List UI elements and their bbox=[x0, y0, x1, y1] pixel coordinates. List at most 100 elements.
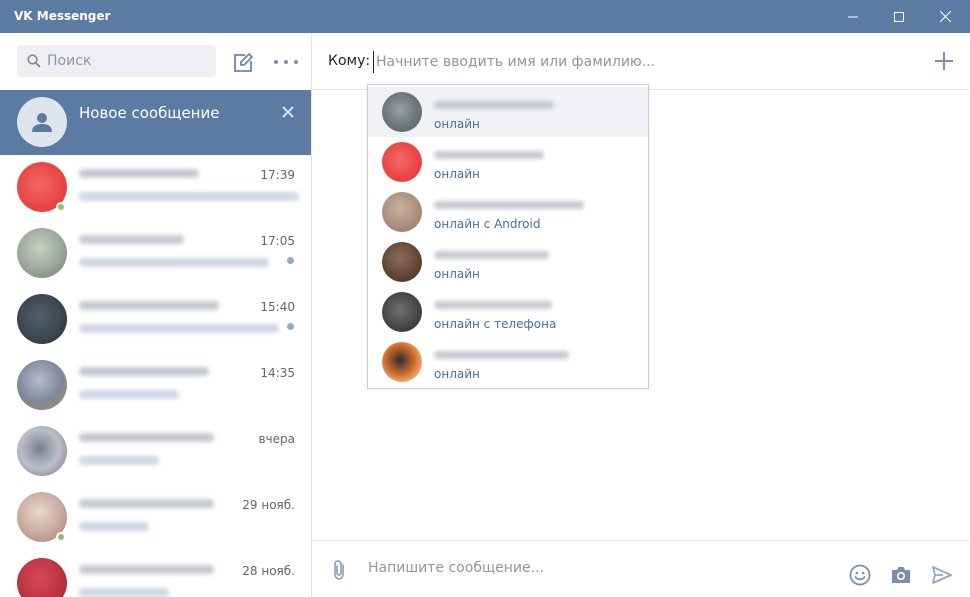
search-box[interactable] bbox=[17, 45, 216, 77]
emoji-button[interactable] bbox=[849, 564, 871, 586]
sidebar-header bbox=[0, 33, 311, 90]
conversation-item[interactable]: 17:05 bbox=[0, 221, 311, 287]
unread-indicator bbox=[287, 323, 294, 330]
suggestion-status: онлайн с Android bbox=[434, 217, 541, 231]
smile-icon bbox=[849, 564, 871, 586]
conversation-item[interactable]: вчера bbox=[0, 419, 311, 485]
suggestion-item[interactable]: онлайн bbox=[368, 337, 648, 387]
more-icon-dot bbox=[294, 60, 298, 64]
conversation-item[interactable]: 14:35 bbox=[0, 353, 311, 419]
contact-name-redacted bbox=[434, 351, 569, 359]
main-panel: Кому: онлайн онлайн онлайн с Android онл… bbox=[312, 33, 969, 596]
suggestion-item[interactable]: онлайн bbox=[368, 237, 648, 287]
maximize-button[interactable] bbox=[876, 0, 922, 33]
avatar bbox=[17, 97, 67, 147]
recipient-input[interactable] bbox=[373, 51, 823, 73]
window-close-icon bbox=[939, 11, 951, 22]
online-indicator bbox=[56, 202, 66, 212]
add-recipient-button[interactable] bbox=[934, 51, 954, 71]
unread-indicator bbox=[287, 257, 294, 264]
suggestion-status: онлайн bbox=[434, 367, 480, 381]
suggestion-status: онлайн bbox=[434, 167, 480, 181]
send-button[interactable] bbox=[931, 564, 953, 586]
title-bar: VK Messenger bbox=[0, 0, 970, 33]
suggestion-status: онлайн bbox=[434, 267, 480, 281]
compose-icon bbox=[234, 53, 253, 72]
conversation-item[interactable]: 29 нояб. bbox=[0, 485, 311, 551]
avatar bbox=[382, 342, 422, 382]
send-icon bbox=[932, 566, 952, 584]
contact-name-redacted bbox=[434, 201, 584, 209]
sidebar: Новое сообщение 17:39 17:05 15:40 14:35 bbox=[0, 33, 312, 597]
message-preview-redacted bbox=[79, 258, 269, 267]
conversation-time: 15:40 bbox=[260, 300, 295, 314]
more-icon bbox=[274, 60, 278, 64]
conversation-time: 28 нояб. bbox=[242, 564, 295, 578]
contact-name-redacted bbox=[79, 367, 209, 376]
recipient-bar: Кому: bbox=[312, 33, 969, 90]
online-indicator bbox=[56, 532, 66, 542]
contact-name-redacted bbox=[79, 499, 214, 508]
close-icon bbox=[282, 106, 294, 118]
contact-name-redacted bbox=[79, 301, 219, 310]
user-placeholder-icon bbox=[32, 113, 52, 132]
plus-icon bbox=[935, 52, 953, 70]
avatar bbox=[382, 292, 422, 332]
message-preview-redacted bbox=[79, 390, 179, 399]
new-message-item[interactable]: Новое сообщение bbox=[0, 90, 311, 155]
avatar bbox=[382, 92, 422, 132]
conversation-time: 14:35 bbox=[260, 366, 295, 380]
avatar bbox=[17, 360, 67, 410]
contact-name-redacted bbox=[79, 169, 199, 178]
avatar bbox=[17, 426, 67, 476]
conversation-item[interactable]: 15:40 bbox=[0, 287, 311, 353]
contact-name-redacted bbox=[79, 235, 184, 244]
message-input[interactable] bbox=[368, 558, 828, 578]
minimize-icon bbox=[848, 16, 858, 17]
maximize-icon bbox=[894, 11, 904, 22]
attach-icon bbox=[334, 560, 344, 580]
contact-name-redacted bbox=[434, 301, 552, 309]
avatar bbox=[17, 294, 67, 344]
message-preview-redacted bbox=[79, 192, 299, 201]
avatar bbox=[17, 558, 67, 597]
contact-name-redacted bbox=[434, 101, 554, 109]
contact-name-redacted bbox=[434, 251, 549, 259]
new-message-label: Новое сообщение bbox=[79, 104, 220, 122]
recipient-suggestions: онлайн онлайн онлайн с Android онлайн он… bbox=[367, 84, 649, 389]
message-preview-redacted bbox=[79, 456, 159, 465]
conversation-item[interactable]: 28 нояб. bbox=[0, 551, 311, 597]
message-composer bbox=[312, 540, 969, 596]
attach-button[interactable] bbox=[330, 559, 350, 580]
search-input[interactable] bbox=[47, 52, 207, 70]
conversation-time: 29 нояб. bbox=[242, 498, 295, 512]
close-new-message-button[interactable] bbox=[281, 105, 295, 119]
avatar bbox=[17, 228, 67, 278]
window-title: VK Messenger bbox=[14, 9, 111, 23]
avatar bbox=[382, 192, 422, 232]
conversation-time: вчера bbox=[258, 432, 295, 446]
minimize-button[interactable] bbox=[830, 0, 876, 33]
message-preview-redacted bbox=[79, 522, 149, 531]
compose-button[interactable] bbox=[232, 52, 254, 74]
recipient-label: Кому: bbox=[328, 53, 371, 69]
contact-name-redacted bbox=[79, 433, 214, 442]
conversation-time: 17:39 bbox=[260, 168, 295, 182]
conversation-time: 17:05 bbox=[260, 234, 295, 248]
more-button[interactable] bbox=[274, 53, 298, 71]
suggestion-item[interactable]: онлайн с телефона bbox=[368, 287, 648, 337]
message-preview-redacted bbox=[79, 324, 279, 333]
contact-name-redacted bbox=[434, 151, 544, 159]
avatar bbox=[382, 142, 422, 182]
suggestion-item[interactable]: онлайн bbox=[368, 87, 648, 137]
photo-button[interactable] bbox=[890, 565, 912, 585]
search-icon bbox=[27, 54, 41, 68]
message-preview-redacted bbox=[79, 588, 169, 597]
suggestion-item[interactable]: онлайн с Android bbox=[368, 187, 648, 237]
camera-icon bbox=[892, 567, 910, 583]
more-icon-dot bbox=[284, 60, 288, 64]
conversation-item[interactable]: 17:39 bbox=[0, 155, 311, 221]
suggestion-item[interactable]: онлайн bbox=[368, 137, 648, 187]
suggestion-status: онлайн с телефона bbox=[434, 317, 557, 331]
window-close-button[interactable] bbox=[922, 0, 968, 33]
